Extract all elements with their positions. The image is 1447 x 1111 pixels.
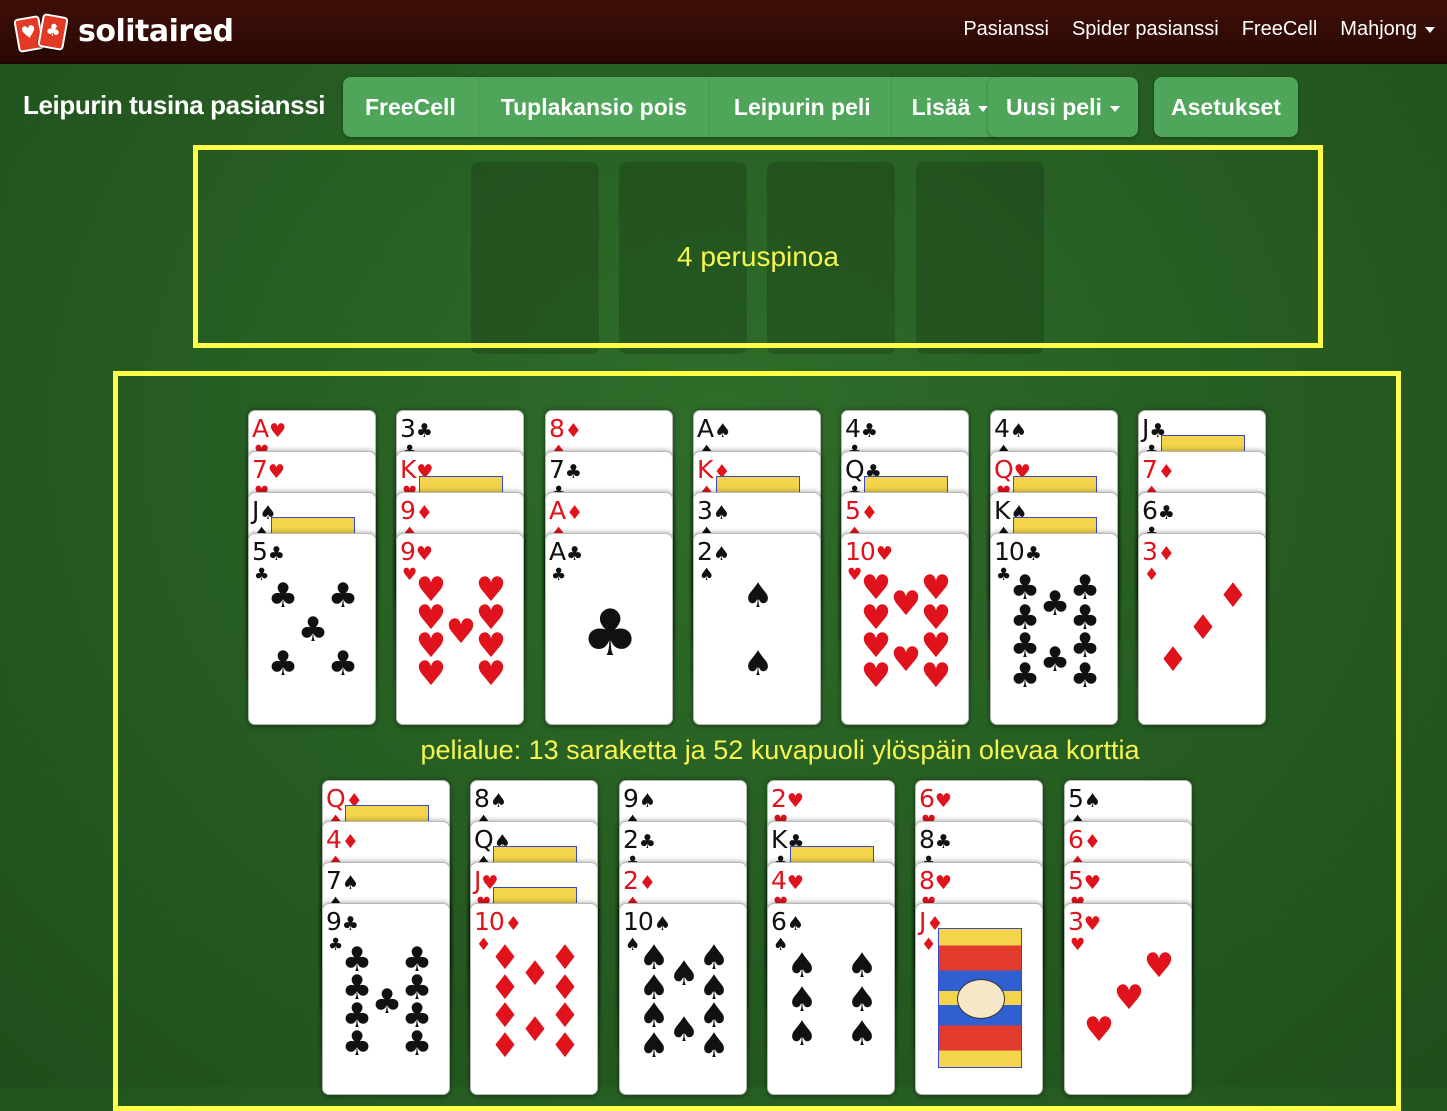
foundations-annotation-label: 4 peruspinoa (677, 241, 839, 272)
chevron-down-icon (1109, 105, 1120, 112)
settings-button-wrap: Asetukset (1154, 77, 1298, 137)
freecell-button[interactable]: FreeCell (343, 77, 478, 137)
chevron-down-icon (978, 105, 989, 112)
page-title: Leipurin tusina pasianssi (23, 90, 326, 120)
nav-link-freecell[interactable]: FreeCell (1242, 18, 1318, 41)
game-links-button-group: FreeCell Tuplakansio pois Leipurin peli … (343, 77, 1002, 137)
more-games-label: Lisää (911, 94, 971, 120)
nav-link-pasianssi[interactable]: Pasianssi (963, 18, 1049, 41)
nav-dropdown-mahjong[interactable]: Mahjong (1340, 18, 1435, 41)
nav-link-spider[interactable]: Spider pasianssi (1072, 18, 1219, 41)
site-logo[interactable]: ♥ ♣ solitaired (13, 12, 234, 53)
new-game-dropdown[interactable]: Uusi peli (988, 77, 1138, 137)
chevron-down-icon (1425, 26, 1435, 33)
logo-text: solitaired (78, 13, 234, 49)
nav-dropdown-mahjong-label: Mahjong (1340, 18, 1417, 40)
new-game-label: Uusi peli (1006, 94, 1102, 120)
double-deck-button[interactable]: Tuplakansio pois (477, 77, 709, 137)
top-navigation-bar: ♥ ♣ solitaired Pasianssi Spider pasianss… (0, 0, 1447, 64)
top-nav-links: Pasianssi Spider pasianssi FreeCell Mahj… (963, 18, 1435, 41)
new-game-dropdown-wrap: Uusi peli (988, 77, 1138, 137)
tableau-annotation-label: pelialue: 13 saraketta ja 52 kuvapuoli y… (420, 735, 1140, 765)
logo-cards-icon: ♥ ♣ (13, 13, 70, 53)
bakers-game-button[interactable]: Leipurin peli (708, 77, 891, 137)
settings-button[interactable]: Asetukset (1154, 77, 1298, 137)
more-games-dropdown[interactable]: Lisää (890, 77, 1002, 137)
